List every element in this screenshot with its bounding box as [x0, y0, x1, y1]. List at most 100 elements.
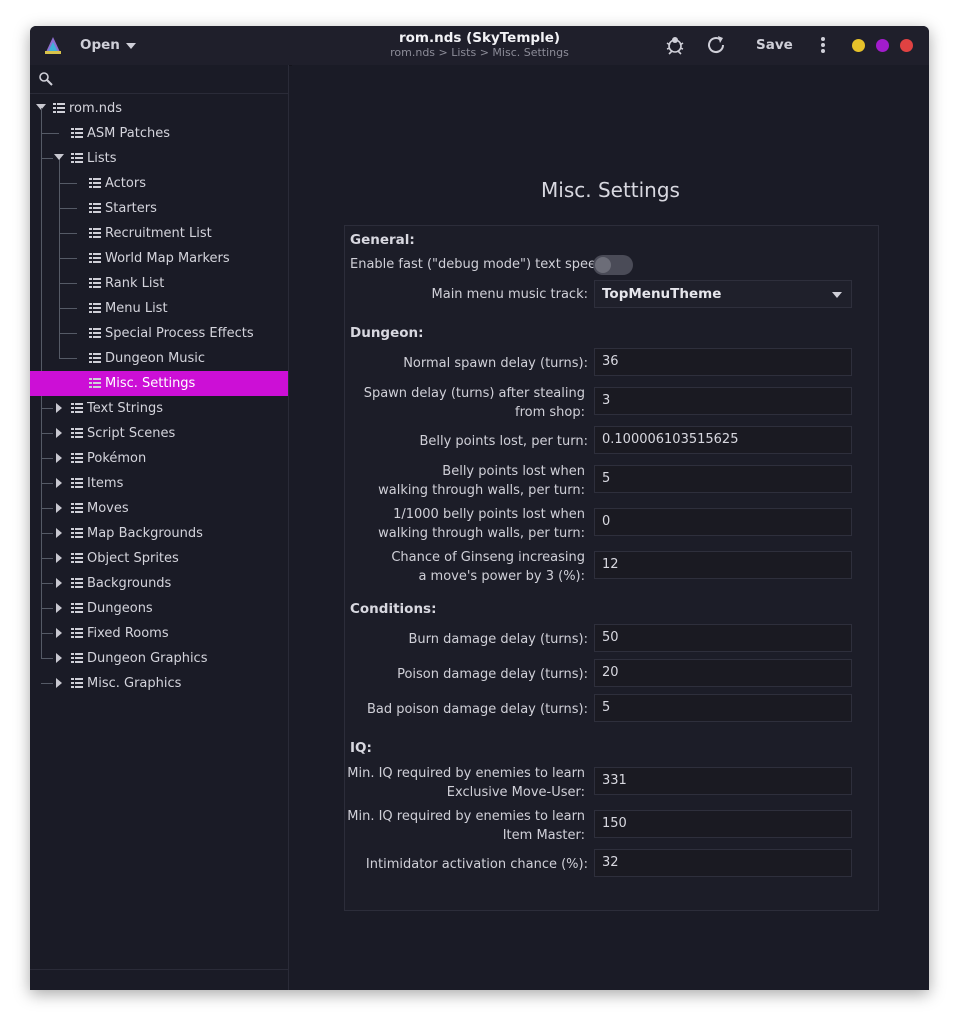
- tree-root-label: rom.nds: [69, 101, 123, 116]
- expander-closed-icon[interactable]: [56, 578, 62, 588]
- sidebar-item-label: Recruitment List: [105, 226, 212, 241]
- sidebar-item-special-process-effects[interactable]: Special Process Effects: [30, 321, 288, 346]
- sidebar-item-misc-graphics[interactable]: Misc. Graphics: [30, 671, 288, 696]
- intimidator-chance-input[interactable]: 32: [594, 849, 852, 877]
- sidebar-item-items[interactable]: Items: [30, 471, 288, 496]
- sidebar-item-label: Special Process Effects: [105, 326, 254, 341]
- pokemon-icon: [88, 201, 102, 215]
- expander-closed-icon[interactable]: [56, 503, 62, 513]
- sidebar-search[interactable]: [30, 65, 288, 94]
- chevron-down-icon: [125, 42, 136, 49]
- normal-spawn-delay-input[interactable]: 36: [594, 348, 852, 376]
- music-track-value: TopMenuTheme: [602, 286, 722, 302]
- tree-root-rom[interactable]: rom.nds: [30, 96, 288, 121]
- expander-closed-icon[interactable]: [56, 428, 62, 438]
- close-button[interactable]: [900, 39, 913, 52]
- sidebar-item-label: Map Backgrounds: [87, 526, 203, 541]
- iq-exclusive-move-user-input[interactable]: 331: [594, 767, 852, 795]
- sidebar-item-label: Lists: [87, 151, 117, 166]
- field-label: Burn damage delay (turns):: [408, 632, 588, 647]
- fast-text-switch[interactable]: [593, 255, 633, 275]
- expander-closed-icon[interactable]: [56, 528, 62, 538]
- sidebar-item-object-sprites[interactable]: Object Sprites: [30, 546, 288, 571]
- pokemon-icon: [70, 451, 84, 465]
- sidebar-item-world-map-markers[interactable]: World Map Markers: [30, 246, 288, 271]
- sidebar-item-label: Moves: [87, 501, 129, 516]
- switch-knob: [595, 257, 611, 273]
- tree-guide-line: [41, 558, 53, 559]
- tree-guide-line: [59, 258, 77, 259]
- sidebar-item-lists[interactable]: Lists: [30, 146, 288, 171]
- sidebar-item-script-scenes[interactable]: Script Scenes: [30, 421, 288, 446]
- bad-poison-delay-input[interactable]: 5: [594, 694, 852, 722]
- expander-closed-icon[interactable]: [56, 403, 62, 413]
- expander-closed-icon[interactable]: [56, 553, 62, 563]
- sidebar-item-label: Dungeon Graphics: [87, 651, 208, 666]
- sidebar-item-moves[interactable]: Moves: [30, 496, 288, 521]
- chevron-down-icon: [832, 292, 842, 298]
- expander-closed-icon[interactable]: [56, 453, 62, 463]
- tree-guide-line: [59, 183, 77, 184]
- belly-points-input[interactable]: 0.100006103515625: [594, 426, 852, 454]
- sidebar-item-actors[interactable]: Actors: [30, 171, 288, 196]
- sidebar-item-text-strings[interactable]: Text Strings: [30, 396, 288, 421]
- tree-guide-line: [41, 483, 53, 484]
- belly-walls-thousandth-input[interactable]: 0: [594, 508, 852, 536]
- poison-delay-input[interactable]: 20: [594, 659, 852, 687]
- sidebar-item-label: Script Scenes: [87, 426, 176, 441]
- sidebar-item-label: Dungeon Music: [105, 351, 206, 366]
- sidebar-item-menu-list[interactable]: Menu List: [30, 296, 288, 321]
- page-title: Misc. Settings: [541, 178, 680, 202]
- sidebar-item-map-backgrounds[interactable]: Map Backgrounds: [30, 521, 288, 546]
- field-label: Belly points lost when walking through wa…: [378, 464, 585, 498]
- sidebar-item-rank-list[interactable]: Rank List: [30, 271, 288, 296]
- field-label: 1/1000 belly points lost when walking thr…: [378, 507, 585, 541]
- music-track-select[interactable]: TopMenuTheme: [594, 280, 852, 308]
- sidebar-item-label: Backgrounds: [87, 576, 172, 591]
- sidebar-item-recruitment-list[interactable]: Recruitment List: [30, 221, 288, 246]
- sidebar-item-backgrounds[interactable]: Backgrounds: [30, 571, 288, 596]
- ginseng-chance-input[interactable]: 12: [594, 551, 852, 579]
- spawn-delay-stealing-input[interactable]: 3: [594, 387, 852, 415]
- open-button[interactable]: Open: [80, 37, 136, 53]
- sidebar-item-label: Fixed Rooms: [87, 626, 169, 641]
- expander-closed-icon[interactable]: [56, 628, 62, 638]
- sidebar-item-misc-settings[interactable]: Misc. Settings: [30, 371, 288, 396]
- menu-kebab-icon[interactable]: [820, 36, 826, 56]
- sidebar-item-fixed-rooms[interactable]: Fixed Rooms: [30, 621, 288, 646]
- sidebar-item-pok-mon[interactable]: Pokémon: [30, 446, 288, 471]
- settings-panel: General: Enable fast ("debug mode") text…: [344, 225, 879, 911]
- search-icon[interactable]: [38, 71, 54, 87]
- expander-open-icon[interactable]: [54, 154, 64, 160]
- expander-closed-icon[interactable]: [56, 678, 62, 688]
- open-button-label: Open: [80, 37, 120, 53]
- window-title: rom.nds (SkyTemple): [398, 30, 561, 46]
- sidebar-footer: [30, 969, 288, 990]
- save-button[interactable]: Save: [756, 37, 793, 53]
- minimize-button[interactable]: [852, 39, 865, 52]
- tiles-icon: [70, 651, 84, 665]
- iq-item-master-input[interactable]: 150: [594, 810, 852, 838]
- sidebar-item-label: Pokémon: [87, 451, 147, 466]
- maximize-button[interactable]: [876, 39, 889, 52]
- tree-guide-line: [41, 158, 53, 159]
- tree-guide-line: [41, 408, 53, 409]
- map-icon: [88, 251, 102, 265]
- belly-walls-input[interactable]: 5: [594, 465, 852, 493]
- field-label: Poison damage delay (turns):: [397, 667, 588, 682]
- sidebar-item-asm-patches[interactable]: ASM Patches: [30, 121, 288, 146]
- sidebar-item-dungeon-music[interactable]: Dungeon Music: [30, 346, 288, 371]
- sidebar-item-dungeon-graphics[interactable]: Dungeon Graphics: [30, 646, 288, 671]
- list-icon: [88, 301, 102, 315]
- field-label: Min. IQ required by enemies to learn Excl…: [347, 766, 585, 800]
- burn-delay-input[interactable]: 50: [594, 624, 852, 652]
- expander-closed-icon[interactable]: [56, 653, 62, 663]
- sidebar-item-label: Items: [87, 476, 124, 491]
- refresh-icon[interactable]: [705, 34, 727, 56]
- debugger-bug-icon[interactable]: [664, 34, 686, 56]
- expander-closed-icon[interactable]: [56, 603, 62, 613]
- expander-closed-icon[interactable]: [56, 478, 62, 488]
- sidebar-item-dungeons[interactable]: Dungeons: [30, 596, 288, 621]
- field-label: Bad poison damage delay (turns):: [366, 702, 588, 717]
- sidebar-item-starters[interactable]: Starters: [30, 196, 288, 221]
